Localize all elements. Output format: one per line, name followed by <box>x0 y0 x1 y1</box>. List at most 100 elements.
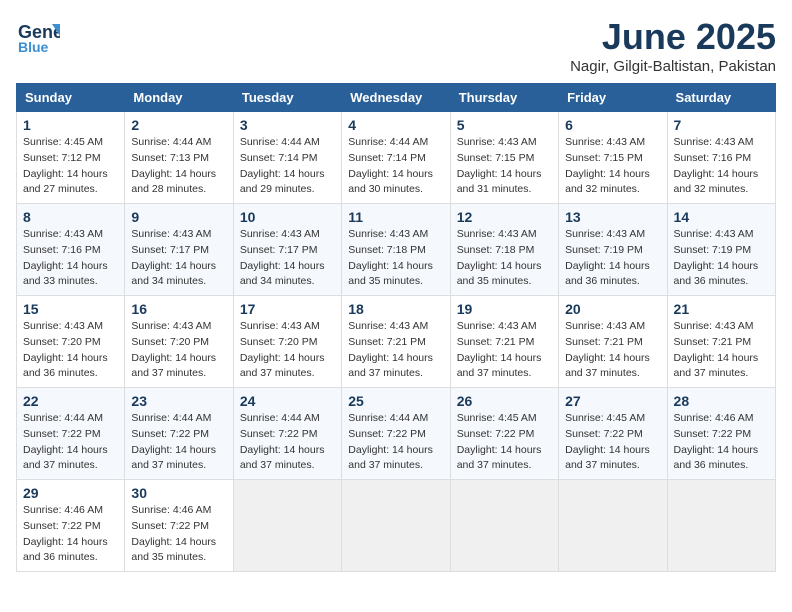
day-number: 27 <box>565 393 660 409</box>
calendar-day-20: 20 Sunrise: 4:43 AMSunset: 7:21 PMDaylig… <box>559 296 667 388</box>
calendar-day-21: 21 Sunrise: 4:43 AMSunset: 7:21 PMDaylig… <box>667 296 775 388</box>
calendar-week-1: 1 Sunrise: 4:45 AMSunset: 7:12 PMDayligh… <box>17 112 776 204</box>
day-info: Sunrise: 4:46 AMSunset: 7:22 PMDaylight:… <box>23 503 118 566</box>
dow-header-wednesday: Wednesday <box>342 84 450 112</box>
day-number: 15 <box>23 301 118 317</box>
calendar-day-15: 15 Sunrise: 4:43 AMSunset: 7:20 PMDaylig… <box>17 296 125 388</box>
calendar-day-5: 5 Sunrise: 4:43 AMSunset: 7:15 PMDayligh… <box>450 112 558 204</box>
calendar-day-17: 17 Sunrise: 4:43 AMSunset: 7:20 PMDaylig… <box>233 296 341 388</box>
dow-header-saturday: Saturday <box>667 84 775 112</box>
day-info: Sunrise: 4:43 AMSunset: 7:20 PMDaylight:… <box>23 319 118 382</box>
day-info: Sunrise: 4:46 AMSunset: 7:22 PMDaylight:… <box>131 503 226 566</box>
day-number: 9 <box>131 209 226 225</box>
day-number: 4 <box>348 117 443 133</box>
day-number: 28 <box>674 393 769 409</box>
calendar-day-18: 18 Sunrise: 4:43 AMSunset: 7:21 PMDaylig… <box>342 296 450 388</box>
day-info: Sunrise: 4:44 AMSunset: 7:14 PMDaylight:… <box>348 135 443 198</box>
day-number: 8 <box>23 209 118 225</box>
dow-header-sunday: Sunday <box>17 84 125 112</box>
subtitle: Nagir, Gilgit-Baltistan, Pakistan <box>570 58 776 75</box>
empty-cell <box>233 480 341 572</box>
day-number: 5 <box>457 117 552 133</box>
day-number: 20 <box>565 301 660 317</box>
calendar-day-4: 4 Sunrise: 4:44 AMSunset: 7:14 PMDayligh… <box>342 112 450 204</box>
calendar-week-5: 29 Sunrise: 4:46 AMSunset: 7:22 PMDaylig… <box>17 480 776 572</box>
calendar-day-23: 23 Sunrise: 4:44 AMSunset: 7:22 PMDaylig… <box>125 388 233 480</box>
calendar-day-9: 9 Sunrise: 4:43 AMSunset: 7:17 PMDayligh… <box>125 204 233 296</box>
calendar-day-3: 3 Sunrise: 4:44 AMSunset: 7:14 PMDayligh… <box>233 112 341 204</box>
day-info: Sunrise: 4:44 AMSunset: 7:14 PMDaylight:… <box>240 135 335 198</box>
calendar-day-16: 16 Sunrise: 4:43 AMSunset: 7:20 PMDaylig… <box>125 296 233 388</box>
calendar-day-30: 30 Sunrise: 4:46 AMSunset: 7:22 PMDaylig… <box>125 480 233 572</box>
day-info: Sunrise: 4:43 AMSunset: 7:21 PMDaylight:… <box>565 319 660 382</box>
day-info: Sunrise: 4:43 AMSunset: 7:19 PMDaylight:… <box>565 227 660 290</box>
logo-icon: General Blue <box>16 16 60 56</box>
dow-header-friday: Friday <box>559 84 667 112</box>
day-number: 14 <box>674 209 769 225</box>
calendar-day-6: 6 Sunrise: 4:43 AMSunset: 7:15 PMDayligh… <box>559 112 667 204</box>
day-number: 25 <box>348 393 443 409</box>
calendar-week-2: 8 Sunrise: 4:43 AMSunset: 7:16 PMDayligh… <box>17 204 776 296</box>
day-info: Sunrise: 4:45 AMSunset: 7:22 PMDaylight:… <box>457 411 552 474</box>
day-number: 2 <box>131 117 226 133</box>
calendar-day-11: 11 Sunrise: 4:43 AMSunset: 7:18 PMDaylig… <box>342 204 450 296</box>
day-info: Sunrise: 4:45 AMSunset: 7:12 PMDaylight:… <box>23 135 118 198</box>
empty-cell <box>450 480 558 572</box>
day-info: Sunrise: 4:43 AMSunset: 7:17 PMDaylight:… <box>131 227 226 290</box>
day-info: Sunrise: 4:43 AMSunset: 7:21 PMDaylight:… <box>674 319 769 382</box>
day-info: Sunrise: 4:44 AMSunset: 7:22 PMDaylight:… <box>23 411 118 474</box>
calendar-day-10: 10 Sunrise: 4:43 AMSunset: 7:17 PMDaylig… <box>233 204 341 296</box>
day-info: Sunrise: 4:43 AMSunset: 7:18 PMDaylight:… <box>457 227 552 290</box>
calendar-day-12: 12 Sunrise: 4:43 AMSunset: 7:18 PMDaylig… <box>450 204 558 296</box>
calendar-table: SundayMondayTuesdayWednesdayThursdayFrid… <box>16 83 776 572</box>
calendar-day-27: 27 Sunrise: 4:45 AMSunset: 7:22 PMDaylig… <box>559 388 667 480</box>
day-info: Sunrise: 4:43 AMSunset: 7:15 PMDaylight:… <box>565 135 660 198</box>
month-title: June 2025 <box>570 16 776 58</box>
day-info: Sunrise: 4:43 AMSunset: 7:15 PMDaylight:… <box>457 135 552 198</box>
empty-cell <box>559 480 667 572</box>
day-number: 26 <box>457 393 552 409</box>
day-info: Sunrise: 4:44 AMSunset: 7:22 PMDaylight:… <box>131 411 226 474</box>
day-number: 6 <box>565 117 660 133</box>
day-info: Sunrise: 4:43 AMSunset: 7:19 PMDaylight:… <box>674 227 769 290</box>
day-number: 3 <box>240 117 335 133</box>
calendar-day-25: 25 Sunrise: 4:44 AMSunset: 7:22 PMDaylig… <box>342 388 450 480</box>
calendar-day-2: 2 Sunrise: 4:44 AMSunset: 7:13 PMDayligh… <box>125 112 233 204</box>
calendar-day-19: 19 Sunrise: 4:43 AMSunset: 7:21 PMDaylig… <box>450 296 558 388</box>
calendar-day-29: 29 Sunrise: 4:46 AMSunset: 7:22 PMDaylig… <box>17 480 125 572</box>
day-info: Sunrise: 4:43 AMSunset: 7:16 PMDaylight:… <box>674 135 769 198</box>
calendar-day-28: 28 Sunrise: 4:46 AMSunset: 7:22 PMDaylig… <box>667 388 775 480</box>
calendar-day-22: 22 Sunrise: 4:44 AMSunset: 7:22 PMDaylig… <box>17 388 125 480</box>
day-number: 22 <box>23 393 118 409</box>
calendar-day-24: 24 Sunrise: 4:44 AMSunset: 7:22 PMDaylig… <box>233 388 341 480</box>
day-info: Sunrise: 4:43 AMSunset: 7:17 PMDaylight:… <box>240 227 335 290</box>
calendar-day-26: 26 Sunrise: 4:45 AMSunset: 7:22 PMDaylig… <box>450 388 558 480</box>
title-area: June 2025 Nagir, Gilgit-Baltistan, Pakis… <box>570 16 776 75</box>
empty-cell <box>342 480 450 572</box>
day-info: Sunrise: 4:43 AMSunset: 7:20 PMDaylight:… <box>240 319 335 382</box>
day-number: 17 <box>240 301 335 317</box>
day-info: Sunrise: 4:44 AMSunset: 7:13 PMDaylight:… <box>131 135 226 198</box>
day-info: Sunrise: 4:46 AMSunset: 7:22 PMDaylight:… <box>674 411 769 474</box>
calendar-week-4: 22 Sunrise: 4:44 AMSunset: 7:22 PMDaylig… <box>17 388 776 480</box>
page-header: General Blue June 2025 Nagir, Gilgit-Bal… <box>16 16 776 75</box>
day-number: 24 <box>240 393 335 409</box>
empty-cell <box>667 480 775 572</box>
day-number: 10 <box>240 209 335 225</box>
day-number: 29 <box>23 485 118 501</box>
day-info: Sunrise: 4:44 AMSunset: 7:22 PMDaylight:… <box>240 411 335 474</box>
day-number: 21 <box>674 301 769 317</box>
day-info: Sunrise: 4:43 AMSunset: 7:21 PMDaylight:… <box>348 319 443 382</box>
day-info: Sunrise: 4:44 AMSunset: 7:22 PMDaylight:… <box>348 411 443 474</box>
calendar-day-7: 7 Sunrise: 4:43 AMSunset: 7:16 PMDayligh… <box>667 112 775 204</box>
calendar-day-14: 14 Sunrise: 4:43 AMSunset: 7:19 PMDaylig… <box>667 204 775 296</box>
dow-header-monday: Monday <box>125 84 233 112</box>
day-number: 30 <box>131 485 226 501</box>
day-number: 16 <box>131 301 226 317</box>
day-info: Sunrise: 4:43 AMSunset: 7:16 PMDaylight:… <box>23 227 118 290</box>
day-number: 7 <box>674 117 769 133</box>
dow-header-tuesday: Tuesday <box>233 84 341 112</box>
day-number: 18 <box>348 301 443 317</box>
dow-header-thursday: Thursday <box>450 84 558 112</box>
calendar-day-1: 1 Sunrise: 4:45 AMSunset: 7:12 PMDayligh… <box>17 112 125 204</box>
